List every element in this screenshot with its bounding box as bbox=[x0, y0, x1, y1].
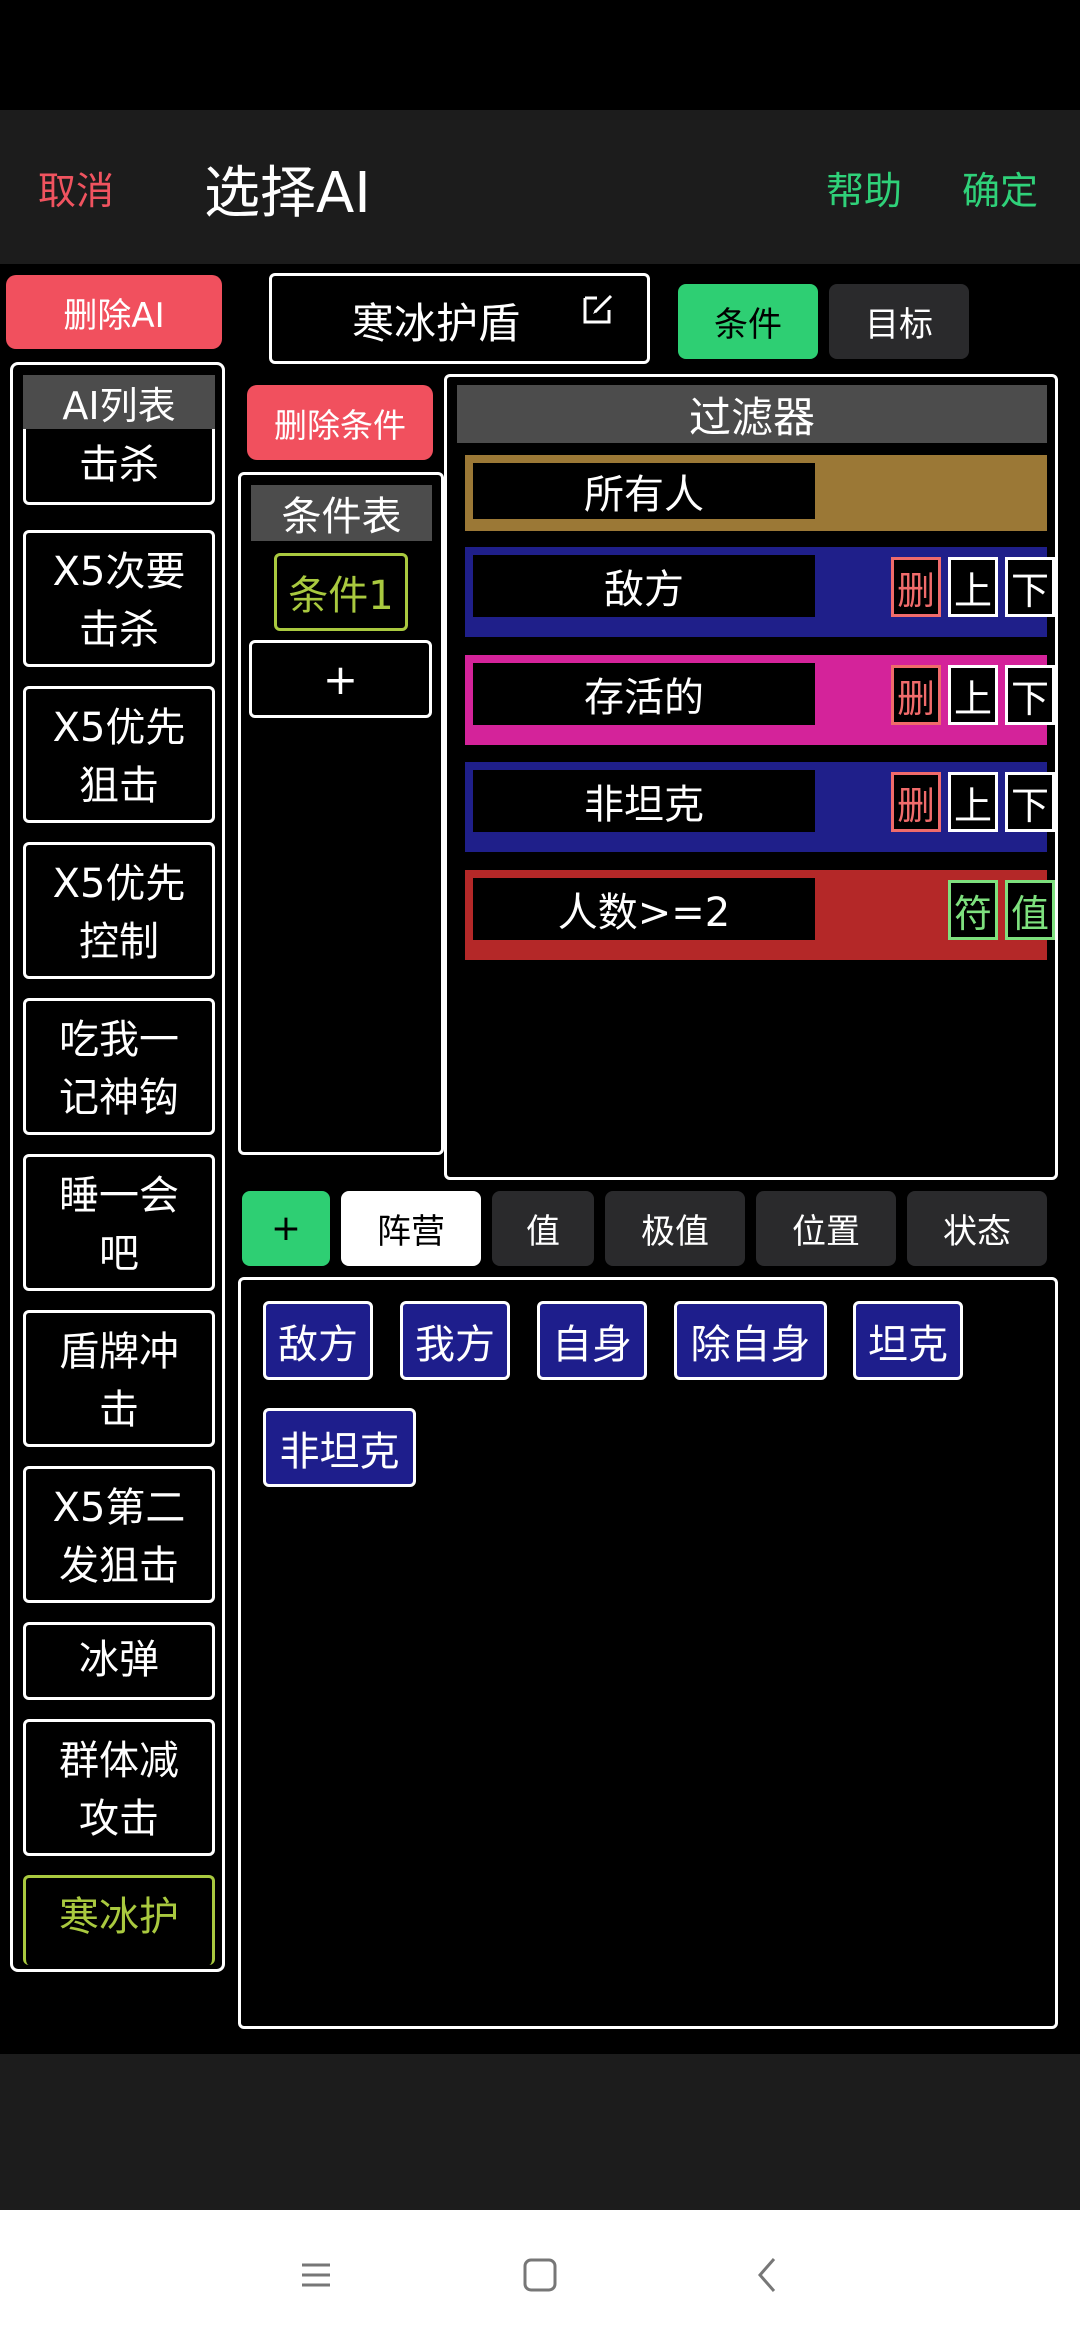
ai-list-item[interactable]: X5优先狙击 bbox=[23, 686, 215, 823]
ai-list-item[interactable]: 吃我一记神钩 bbox=[23, 998, 215, 1135]
delete-row-button[interactable]: 删 bbox=[891, 557, 941, 617]
tab-target[interactable]: 目标 bbox=[829, 284, 969, 359]
category-tab-position[interactable]: 位置 bbox=[756, 1191, 896, 1266]
edit-icon[interactable] bbox=[581, 290, 617, 326]
ai-name-text: 寒冰护盾 bbox=[352, 299, 521, 348]
ai-list-item[interactable]: 冰弹 bbox=[23, 1622, 215, 1700]
category-tab-status[interactable]: 状态 bbox=[907, 1191, 1047, 1266]
condition-list-panel: 条件表 条件1 + bbox=[238, 472, 444, 1155]
option-non-tank[interactable]: 非坦克 bbox=[263, 1408, 416, 1487]
ai-list-item-selected[interactable]: 寒冰护 bbox=[23, 1875, 215, 1965]
filter-row[interactable]: 存活的 删 上 下 bbox=[465, 655, 1055, 745]
bottom-area bbox=[0, 2054, 1080, 2210]
filter-row[interactable]: 人数>=2 符 值 bbox=[465, 870, 1055, 960]
add-filter-button[interactable]: + bbox=[242, 1191, 330, 1266]
filter-row[interactable]: 所有人 bbox=[465, 455, 1047, 531]
filter-panel: 过滤器 所有人 敌方 删 上 下 存活的 删 上 下 非坦克 删 上 下 人数>… bbox=[444, 374, 1058, 1180]
home-icon[interactable] bbox=[510, 2245, 570, 2305]
options-panel: 敌方 我方 自身 除自身 坦克 非坦克 bbox=[238, 1277, 1058, 2029]
ai-list-item[interactable]: 盾牌冲击 bbox=[23, 1310, 215, 1447]
filter-row-label: 所有人 bbox=[473, 463, 815, 519]
filter-row-label: 存活的 bbox=[473, 663, 815, 725]
move-down-button[interactable]: 下 bbox=[1005, 665, 1055, 725]
add-condition-button[interactable]: + bbox=[249, 640, 432, 718]
system-nav-bar bbox=[0, 2210, 1080, 2340]
move-up-button[interactable]: 上 bbox=[948, 772, 998, 832]
ai-list-item[interactable]: 睡一会吧 bbox=[23, 1154, 215, 1291]
ai-list-item[interactable]: X5优先控制 bbox=[23, 842, 215, 979]
filter-row-label: 人数>=2 bbox=[473, 878, 815, 940]
delete-condition-button[interactable]: 删除条件 bbox=[247, 385, 433, 460]
cancel-button[interactable]: 取消 bbox=[38, 160, 114, 215]
confirm-button[interactable]: 确定 bbox=[962, 160, 1038, 215]
move-down-button[interactable]: 下 bbox=[1005, 772, 1055, 832]
move-up-button[interactable]: 上 bbox=[948, 665, 998, 725]
delete-ai-button[interactable]: 删除AI bbox=[6, 275, 222, 349]
delete-row-button[interactable]: 删 bbox=[891, 665, 941, 725]
option-self[interactable]: 自身 bbox=[537, 1301, 647, 1380]
option-enemy[interactable]: 敌方 bbox=[263, 1301, 373, 1380]
help-button[interactable]: 帮助 bbox=[826, 160, 902, 215]
filter-title: 过滤器 bbox=[457, 385, 1047, 443]
ai-name-field[interactable]: 寒冰护盾 bbox=[269, 273, 650, 364]
operator-button[interactable]: 符 bbox=[948, 880, 998, 940]
category-tab-faction[interactable]: 阵营 bbox=[341, 1191, 481, 1266]
menu-icon[interactable] bbox=[286, 2245, 346, 2305]
filter-row-label: 敌方 bbox=[473, 555, 815, 617]
condition-item[interactable]: 条件1 bbox=[274, 553, 408, 631]
delete-row-button[interactable]: 删 bbox=[891, 772, 941, 832]
ai-list-panel[interactable]: AI列表 击杀 X5次要击杀 X5优先狙击 X5优先控制 吃我一记神钩 睡一会吧… bbox=[10, 362, 225, 1972]
ai-list-item[interactable]: X5第二发狙击 bbox=[23, 1466, 215, 1603]
page-title: 选择AI bbox=[204, 161, 371, 226]
move-down-button[interactable]: 下 bbox=[1005, 557, 1055, 617]
filter-row[interactable]: 敌方 删 上 下 bbox=[465, 547, 1055, 637]
ai-list-item[interactable]: 群体减攻击 bbox=[23, 1719, 215, 1856]
tab-condition[interactable]: 条件 bbox=[678, 284, 818, 359]
move-up-button[interactable]: 上 bbox=[948, 557, 998, 617]
condition-list-title: 条件表 bbox=[251, 485, 432, 541]
back-icon[interactable] bbox=[738, 2245, 798, 2305]
option-tank[interactable]: 坦克 bbox=[853, 1301, 963, 1380]
option-except-self[interactable]: 除自身 bbox=[674, 1301, 827, 1380]
ai-list-title: AI列表 bbox=[23, 375, 215, 429]
value-button[interactable]: 值 bbox=[1005, 880, 1055, 940]
top-app-bar: 取消 选择AI 帮助 确定 bbox=[0, 110, 1080, 264]
filter-row-label: 非坦克 bbox=[473, 770, 815, 832]
category-tab-value[interactable]: 值 bbox=[492, 1191, 594, 1266]
category-tab-extreme[interactable]: 极值 bbox=[605, 1191, 745, 1266]
ai-list-item[interactable]: X5次要击杀 bbox=[23, 530, 215, 667]
filter-row[interactable]: 非坦克 删 上 下 bbox=[465, 762, 1055, 852]
option-ally[interactable]: 我方 bbox=[400, 1301, 510, 1380]
